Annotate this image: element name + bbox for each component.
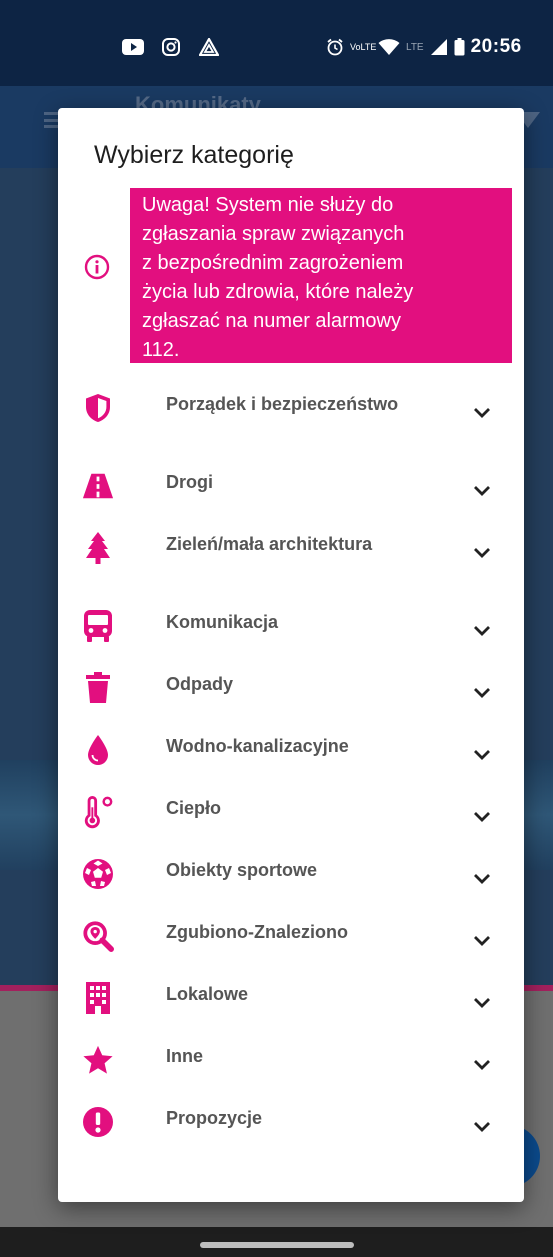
search-icon (82, 920, 114, 952)
warning-line: z bezpośrednim zagrożeniem (142, 252, 404, 274)
category-label: Ciepło (166, 798, 222, 818)
wifi-icon (378, 39, 400, 55)
status-system-icons: VoLTE LTE 20:56 (326, 36, 522, 58)
lte-label: LTE (406, 41, 424, 53)
chevron-down-icon[interactable] (472, 748, 492, 762)
football-icon (82, 858, 114, 890)
trash-icon (82, 672, 114, 704)
category-propozycje[interactable]: Propozycje (58, 1090, 524, 1152)
youtube-icon (122, 38, 144, 56)
status-bar: VoLTE LTE 20:56 (0, 0, 553, 86)
warning-line: 112. (142, 339, 180, 361)
star-icon (82, 1044, 114, 1076)
category-label: Lokalowe (166, 984, 249, 1004)
status-notification-icons (122, 38, 220, 56)
warning-line: zgłaszania spraw związanych (142, 223, 405, 245)
category-label: Odpady (166, 674, 234, 694)
category-label: Drogi (166, 472, 213, 492)
delta-icon (198, 38, 220, 56)
category-label: Obiekty sportowe (166, 860, 318, 880)
category-obiekty-sportowe[interactable]: Obiekty sportowe (58, 842, 524, 904)
chevron-down-icon[interactable] (472, 1120, 492, 1134)
battery-icon (454, 38, 465, 56)
road-icon (82, 470, 114, 502)
category-dialog: Wybierz kategorię Uwaga! System nie służ… (58, 108, 524, 1202)
home-gesture-pill[interactable] (200, 1242, 354, 1248)
category-lokalowe[interactable]: Lokalowe (58, 966, 524, 1028)
alarm-icon (327, 38, 343, 56)
warning-banner: Uwaga! System nie służy do zgłaszania sp… (130, 188, 512, 363)
thermometer-icon (82, 796, 114, 829)
chevron-down-icon[interactable] (472, 624, 492, 638)
dialog-title: Wybierz kategorię (94, 141, 294, 169)
instagram-icon (160, 38, 182, 56)
chevron-down-icon[interactable] (472, 1058, 492, 1072)
chevron-down-icon[interactable] (472, 406, 492, 420)
category-zgubiono-znaleziono[interactable]: Zgubiono-Znaleziono (58, 904, 524, 966)
chevron-down-icon[interactable] (472, 996, 492, 1010)
category-wodno-kanalizacyjne[interactable]: Wodno-kanalizacyjne (58, 718, 524, 780)
category-cieplo[interactable]: Ciepło (58, 780, 524, 842)
info-icon (84, 254, 110, 280)
building-icon (82, 982, 114, 1014)
category-inne[interactable]: Inne (58, 1028, 524, 1090)
chevron-down-icon[interactable] (472, 934, 492, 948)
category-komunikacja[interactable]: Komunikacja (58, 594, 524, 656)
category-label: Inne (166, 1046, 204, 1066)
signal-icon (430, 39, 447, 55)
warning-line: zgłaszać na numer alarmowy (142, 310, 401, 332)
category-drogi[interactable]: Drogi (58, 454, 524, 516)
category-label: Komunikacja (166, 612, 279, 632)
category-label: Zgubiono-Znaleziono (166, 922, 348, 942)
category-label: Propozycje (166, 1108, 263, 1128)
category-label: Porządek i bezpieczeństwo (166, 394, 399, 414)
tree-icon (82, 532, 114, 564)
category-zielen-mala-architektura[interactable]: Zieleń/mała architektura (58, 516, 524, 594)
shield-icon (82, 392, 114, 424)
warning-line: życia lub zdrowia, które należy (142, 281, 414, 303)
category-porzadek-i-bezpieczenstwo[interactable]: Porządek i bezpieczeństwo (58, 376, 524, 454)
category-label: Wodno-kanalizacyjne (166, 736, 349, 756)
chevron-down-icon[interactable] (472, 872, 492, 886)
category-label: Zieleń/mała architektura (166, 534, 373, 554)
exclamation-icon (82, 1106, 114, 1138)
volte-icon: VoLTE (350, 41, 377, 52)
chevron-down-icon[interactable] (472, 810, 492, 824)
category-odpady[interactable]: Odpady (58, 656, 524, 718)
chevron-down-icon[interactable] (472, 484, 492, 498)
chevron-down-icon[interactable] (472, 686, 492, 700)
category-list: Porządek i bezpieczeństwo Drogi Zieleń/m… (58, 376, 524, 1152)
water-drop-icon (82, 734, 114, 766)
chevron-down-icon[interactable] (472, 546, 492, 560)
bus-icon (82, 610, 114, 642)
warning-line: Uwaga! System nie służy do (142, 194, 394, 216)
clock: 20:56 (470, 36, 522, 57)
